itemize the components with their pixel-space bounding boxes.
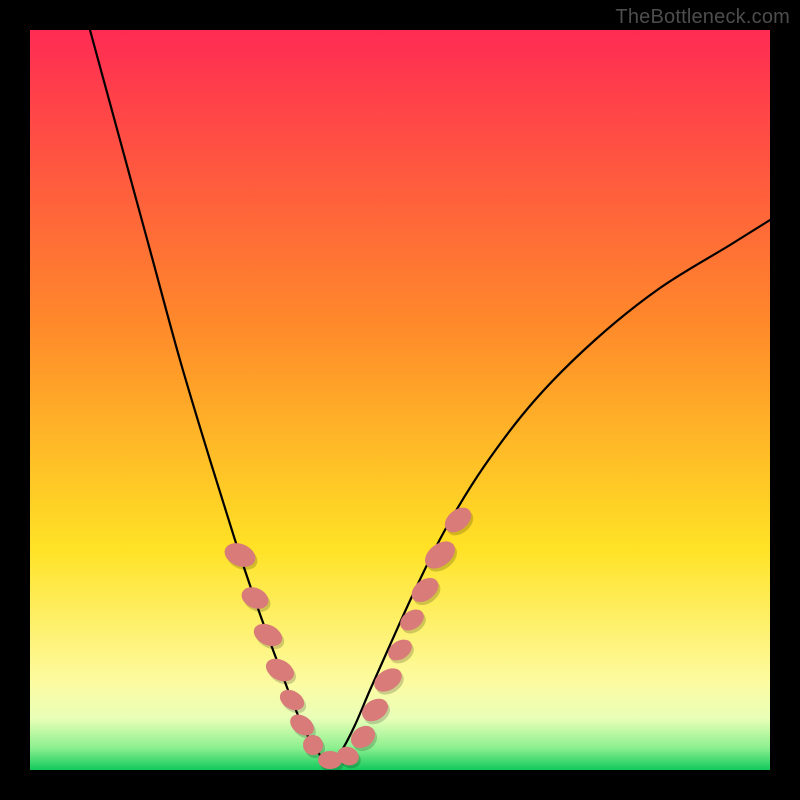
bead-left-6 bbox=[303, 735, 323, 755]
curves-svg bbox=[30, 30, 770, 770]
left-curve bbox=[90, 30, 330, 765]
plot-area bbox=[30, 30, 770, 770]
watermark-label: TheBottleneck.com bbox=[615, 6, 790, 29]
chart-frame: TheBottleneck.com bbox=[0, 0, 800, 800]
